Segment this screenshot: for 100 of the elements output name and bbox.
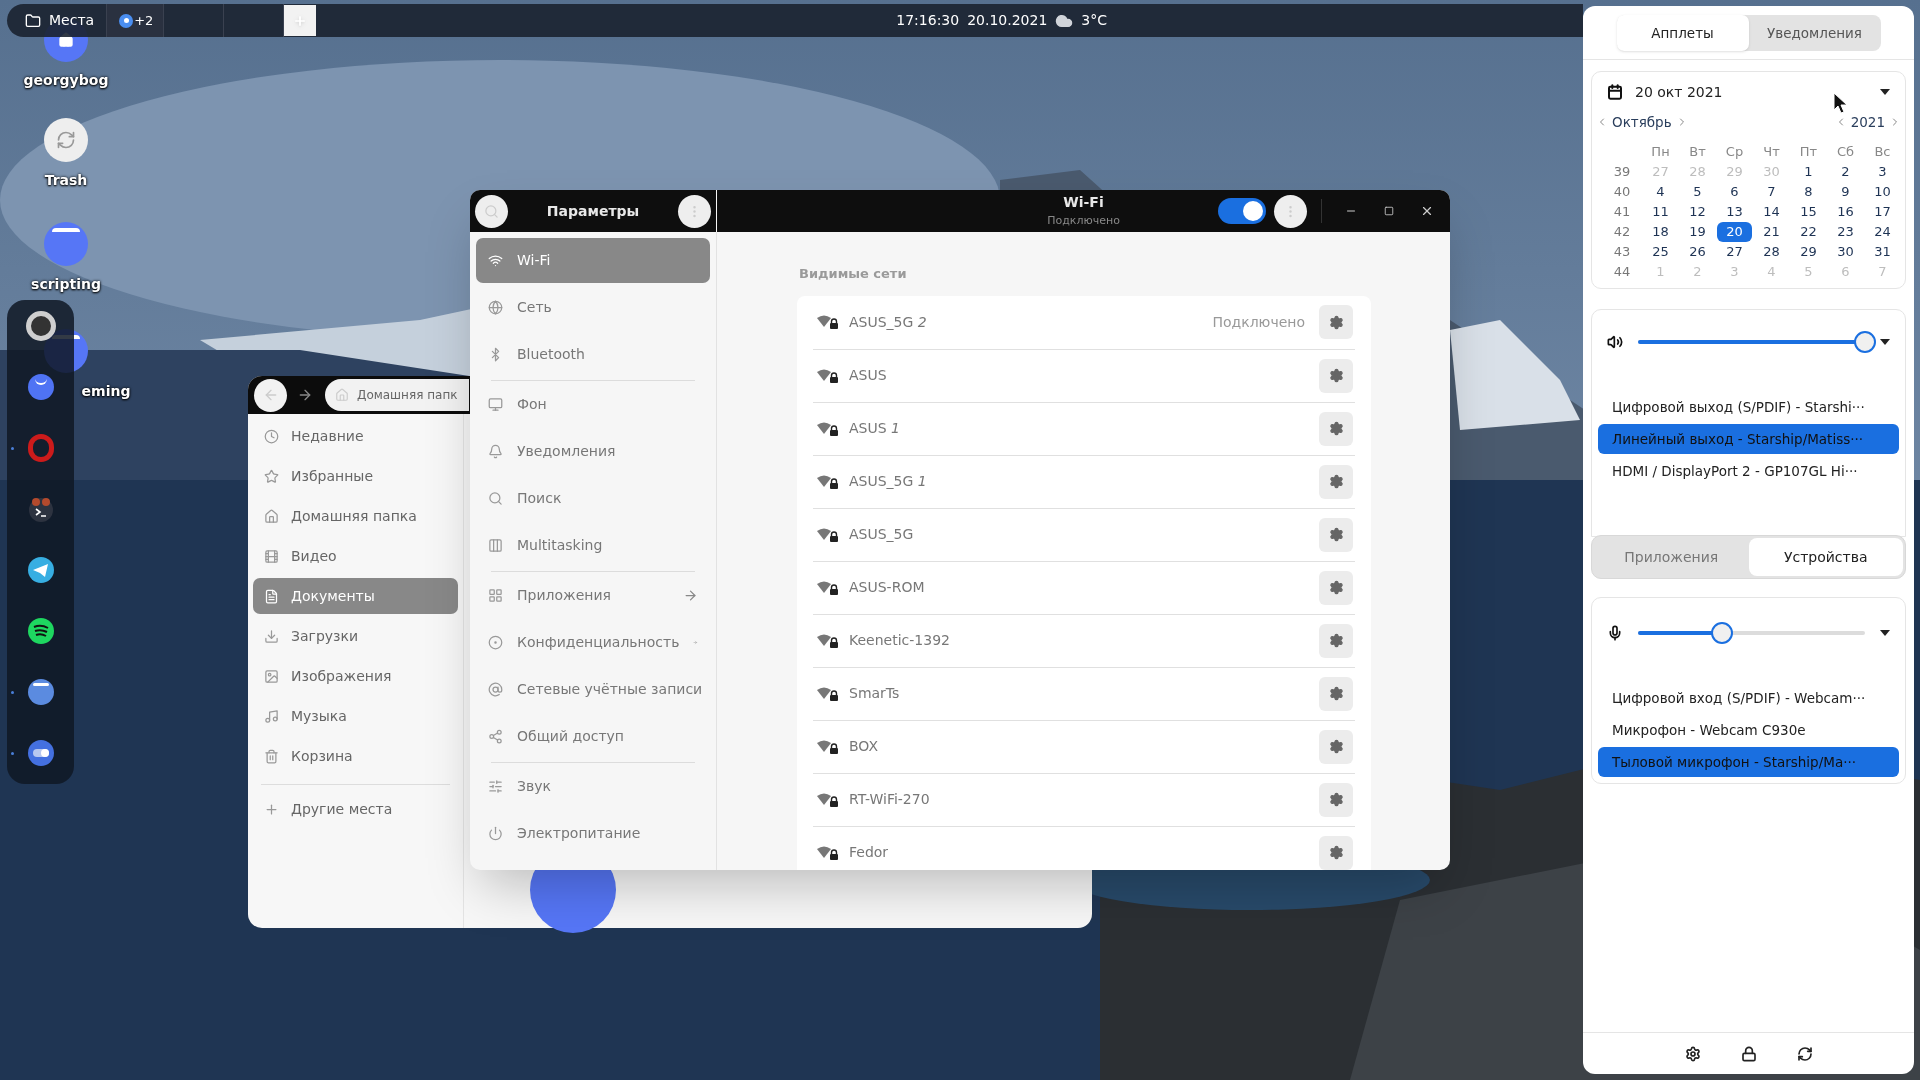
- device-item[interactable]: Цифровой выход (S/PDIF) - Starshi···: [1598, 392, 1899, 423]
- sound-waves-icon[interactable]: [26, 617, 55, 645]
- calendar-day[interactable]: 3: [1865, 162, 1900, 183]
- sidebar-item[interactable]: Уведомления: [476, 429, 710, 474]
- places-item[interactable]: Видео: [253, 538, 458, 574]
- location-field[interactable]: Домашняя папк: [325, 379, 469, 411]
- device-item[interactable]: HDMI / DisplayPort 2 - GP107GL Hi···: [1598, 456, 1899, 487]
- sidebar-item[interactable]: Поиск: [476, 476, 710, 521]
- folder-icon[interactable]: [27, 679, 54, 705]
- calendar-day[interactable]: 22: [1791, 222, 1826, 243]
- network-row[interactable]: RT-WiFi-270: [813, 772, 1355, 826]
- calendar-day[interactable]: 15: [1791, 202, 1826, 223]
- smile-icon[interactable]: [27, 374, 54, 400]
- dropdown-caret-icon[interactable]: [1880, 339, 1890, 346]
- places-item[interactable]: Изображения: [253, 658, 458, 694]
- panel-tab[interactable]: Апплеты: [1616, 15, 1749, 51]
- calendar-day[interactable]: 25: [1643, 242, 1678, 263]
- device-item[interactable]: Линейный выход - Starship/Matiss···: [1598, 424, 1899, 455]
- slider-thumb[interactable]: [1711, 622, 1733, 645]
- calendar-day[interactable]: 6: [1717, 182, 1752, 203]
- add-workspace-button[interactable]: [284, 5, 317, 36]
- desktop-icon-label[interactable]: georgybog: [23, 70, 109, 91]
- calendar-day[interactable]: 4: [1643, 182, 1678, 203]
- network-settings-button[interactable]: [1319, 623, 1353, 658]
- calendar-day[interactable]: 9: [1828, 182, 1863, 203]
- network-settings-button[interactable]: [1319, 729, 1353, 764]
- panel-tab[interactable]: Уведомления: [1748, 15, 1881, 51]
- menu-button[interactable]: [678, 194, 711, 228]
- network-row[interactable]: ASUS_5G 1: [813, 454, 1355, 508]
- forward-icon[interactable]: [297, 387, 313, 403]
- places-item[interactable]: Корзина: [253, 738, 458, 774]
- network-settings-button[interactable]: [1319, 570, 1353, 605]
- desktop-icon-label[interactable]: eming: [79, 381, 133, 402]
- calendar-day[interactable]: 19: [1680, 222, 1715, 243]
- calendar-day[interactable]: 30: [1828, 242, 1863, 263]
- sidebar-item[interactable]: Фон: [476, 382, 710, 427]
- calendar-day[interactable]: 17: [1865, 202, 1900, 223]
- places-item[interactable]: Избранные: [253, 458, 458, 494]
- places-item[interactable]: Музыка: [253, 698, 458, 734]
- calendar-day[interactable]: 11: [1643, 202, 1678, 223]
- network-row[interactable]: ASUS_5G 2 Подключено: [813, 295, 1355, 349]
- calendar-day[interactable]: 5: [1680, 182, 1715, 203]
- calendar-day[interactable]: 26: [1680, 242, 1715, 263]
- dropdown-caret-icon[interactable]: [1880, 630, 1890, 637]
- calendar-day[interactable]: 10: [1865, 182, 1900, 203]
- desktop-icon-label[interactable]: Trash: [44, 170, 88, 191]
- calendar-day[interactable]: 24: [1865, 222, 1900, 243]
- slider-thumb[interactable]: [1854, 331, 1876, 354]
- sidebar-item[interactable]: Общий доступ: [476, 714, 710, 759]
- calendar-day[interactable]: 14: [1754, 202, 1789, 223]
- network-settings-button[interactable]: [1319, 835, 1353, 870]
- calendar-day[interactable]: 21: [1754, 222, 1789, 243]
- calendar-day[interactable]: 1: [1791, 162, 1826, 183]
- sidebar-item[interactable]: Сеть: [476, 285, 710, 330]
- sidebar-item[interactable]: Bluetooth: [476, 332, 710, 377]
- places-item[interactable]: Загрузки: [253, 618, 458, 654]
- wifi-switch[interactable]: [1218, 198, 1266, 224]
- network-row[interactable]: Fedor: [813, 825, 1355, 870]
- toggle-icon[interactable]: [27, 740, 54, 766]
- calendar-day[interactable]: 27: [1717, 242, 1752, 263]
- back-button[interactable]: [254, 378, 287, 412]
- network-settings-button[interactable]: [1319, 464, 1353, 499]
- desktop-icon-label[interactable]: scripting: [31, 274, 101, 295]
- device-item[interactable]: Тыловой микрофон - Starship/Ma···: [1598, 747, 1899, 778]
- calendar-day[interactable]: 18: [1643, 222, 1678, 243]
- calendar-day[interactable]: 28: [1754, 242, 1789, 263]
- network-row[interactable]: ASUS 1: [813, 401, 1355, 455]
- network-row[interactable]: ASUS-ROM: [813, 560, 1355, 614]
- sidebar-item[interactable]: Электропитание: [476, 811, 710, 856]
- calendar-day[interactable]: 16: [1828, 202, 1863, 223]
- sidebar-item[interactable]: Multitasking: [476, 523, 710, 568]
- menu-button[interactable]: [1274, 194, 1307, 228]
- calendar-day[interactable]: 8: [1791, 182, 1826, 203]
- sidebar-item[interactable]: Конфиденциальность: [476, 620, 710, 665]
- search-button[interactable]: [475, 194, 508, 228]
- places-item[interactable]: Домашняя папка: [253, 498, 458, 534]
- network-row[interactable]: BOX: [813, 719, 1355, 773]
- network-row[interactable]: Keenetic-1392: [813, 613, 1355, 667]
- sidebar-item[interactable]: Приложения: [476, 573, 710, 618]
- audio-tab[interactable]: Устройства: [1748, 538, 1903, 577]
- sidebar-item[interactable]: Звук: [476, 764, 710, 809]
- device-item[interactable]: Микрофон - Webcam C930e: [1598, 715, 1899, 746]
- calendar-day[interactable]: 20: [1717, 222, 1752, 243]
- calendar-day[interactable]: 12: [1680, 202, 1715, 223]
- network-settings-button[interactable]: [1319, 411, 1353, 446]
- calendar-day[interactable]: 23: [1828, 222, 1863, 243]
- calendar-day[interactable]: 7: [1754, 182, 1789, 203]
- network-settings-button[interactable]: [1319, 782, 1353, 817]
- sidebar-item[interactable]: Wi-Fi: [476, 238, 710, 283]
- paper-plane-icon[interactable]: [26, 556, 55, 584]
- network-row[interactable]: SmarTs: [813, 666, 1355, 720]
- places-item[interactable]: Другие места: [253, 791, 458, 827]
- calendar-day[interactable]: 13: [1717, 202, 1752, 223]
- network-settings-button[interactable]: [1319, 358, 1353, 393]
- workspace-button[interactable]: [107, 4, 165, 37]
- network-row[interactable]: ASUS: [813, 348, 1355, 402]
- network-settings-button[interactable]: [1319, 676, 1353, 711]
- calendar-day[interactable]: 29: [1791, 242, 1826, 263]
- network-row[interactable]: ASUS_5G: [813, 507, 1355, 561]
- network-settings-button[interactable]: [1319, 305, 1353, 339]
